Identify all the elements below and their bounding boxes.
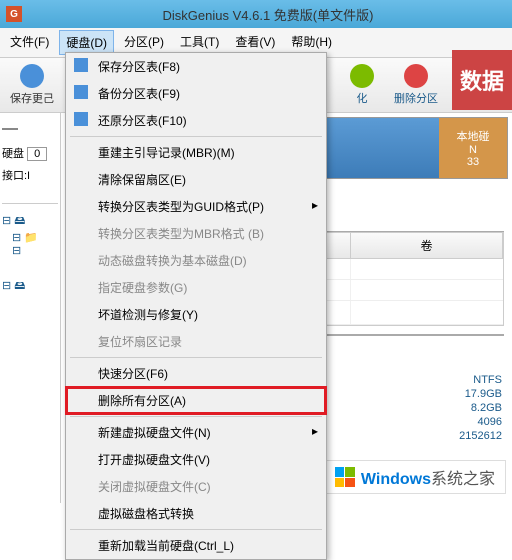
delete-partition-button[interactable]: 删除分区 xyxy=(388,62,444,108)
format-button[interactable]: 化 xyxy=(344,62,380,108)
backup-icon xyxy=(74,85,88,99)
window-title: DiskGenius V4.6.1 免费版(单文件版) xyxy=(30,5,506,24)
format-icon xyxy=(350,64,374,88)
menu-item[interactable]: 快速分区(F6) xyxy=(66,360,326,387)
menu-item[interactable]: 删除所有分区(A) xyxy=(66,387,326,414)
watermark: Windows系统之家 xyxy=(324,460,506,494)
menu-item[interactable]: 重新加载当前硬盘(Ctrl_L) xyxy=(66,532,326,559)
hr-icon xyxy=(2,128,18,132)
app-icon: G xyxy=(6,6,22,22)
menu-item[interactable]: 重建主引导记录(MBR)(M) xyxy=(66,139,326,166)
menu-item: 关闭虚拟硬盘文件(C) xyxy=(66,473,326,500)
menu-item[interactable]: 坏道检测与修复(Y) xyxy=(66,301,326,328)
disk-label: 硬盘 xyxy=(2,148,24,160)
menu-item[interactable]: 转换分区表类型为GUID格式(P) xyxy=(66,193,326,220)
left-panel: 硬盘 0 接口:I ⊟ 🖴 ⊟ 📁 ⊟ ⊟ 🖴 xyxy=(0,113,61,503)
col-vol[interactable]: 卷 xyxy=(351,233,503,258)
windows-logo-icon xyxy=(335,467,355,487)
save-button[interactable]: 保存更己 xyxy=(4,62,60,108)
restore-icon xyxy=(74,112,88,126)
port-label: 接口:I xyxy=(2,167,58,183)
menu-item: 复位坏扇区记录 xyxy=(66,328,326,355)
partition-details: NTFS 17.9GB 8.2GB 4096 2152612 xyxy=(459,373,502,443)
menu-item[interactable]: 备份分区表(F9) xyxy=(66,80,326,107)
menu-item[interactable]: 保存分区表(F8) xyxy=(66,53,326,80)
data-badge-icon: 数据 xyxy=(452,50,512,110)
band-badge: 本地碰 N 33 xyxy=(439,118,507,178)
disk-selector[interactable]: 0 xyxy=(27,147,47,161)
menu-item: 转换分区表类型为MBR格式 (B) xyxy=(66,220,326,247)
disk-menu-dropdown: 保存分区表(F8)备份分区表(F9)还原分区表(F10) 重建主引导记录(MBR)… xyxy=(65,52,327,560)
menu-item[interactable]: 打开虚拟硬盘文件(V) xyxy=(66,446,326,473)
menu-file[interactable]: 文件(F) xyxy=(4,30,55,55)
menu-item[interactable]: 新建虚拟硬盘文件(N) xyxy=(66,419,326,446)
menu-item: 指定硬盘参数(G) xyxy=(66,274,326,301)
save-icon xyxy=(74,58,88,72)
delete-icon xyxy=(404,64,428,88)
save-icon xyxy=(20,64,44,88)
menu-item[interactable]: 清除保留扇区(E) xyxy=(66,166,326,193)
menu-item: 动态磁盘转换为基本磁盘(D) xyxy=(66,247,326,274)
menu-item[interactable]: 虚拟磁盘格式转换 xyxy=(66,500,326,527)
menu-item[interactable]: 还原分区表(F10) xyxy=(66,107,326,134)
